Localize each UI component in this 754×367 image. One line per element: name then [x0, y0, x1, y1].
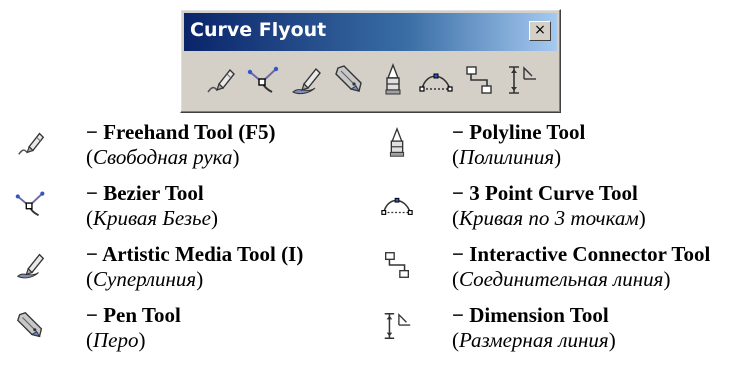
legend-item-polyline: − Polyline Tool (Полилиния) — [452, 120, 586, 169]
artistic-media-icon — [14, 248, 48, 282]
interactive-connector-icon — [380, 248, 414, 282]
legend-item-3-point-curve: − 3 Point Curve Tool (Кривая по 3 точкам… — [452, 181, 646, 230]
pen-icon — [14, 309, 48, 343]
polyline-tool-button[interactable] — [375, 62, 411, 98]
close-icon: × — [534, 22, 546, 38]
bezier-icon — [246, 62, 282, 98]
interactive-connector-icon — [461, 62, 497, 98]
freehand-icon — [203, 62, 239, 98]
dimension-icon — [380, 309, 414, 343]
freehand-tool-button[interactable] — [203, 62, 239, 98]
interactive-connector-tool-button[interactable] — [461, 62, 497, 98]
artistic-media-icon — [289, 62, 325, 98]
3-point-curve-tool-button[interactable] — [418, 62, 454, 98]
dimension-tool-button[interactable] — [504, 62, 540, 98]
legend-item-freehand: − Freehand Tool (F5) (Свободная рука) — [86, 120, 276, 169]
3-point-curve-icon — [380, 187, 414, 221]
polyline-icon — [380, 126, 414, 160]
legend-item-dimension: − Dimension Tool (Размерная линия) — [452, 303, 616, 352]
flyout-title-bar[interactable]: Curve Flyout × — [184, 13, 557, 51]
dimension-icon — [504, 62, 540, 98]
freehand-icon — [14, 126, 48, 160]
polyline-icon — [375, 62, 411, 98]
3-point-curve-icon — [418, 62, 454, 98]
legend-item-interactive-connector: − Interactive Connector Tool (Соединител… — [452, 242, 711, 291]
close-button[interactable]: × — [529, 21, 551, 41]
legend-item-artistic-media: − Artistic Media Tool (I) (Суперлиния) — [86, 242, 304, 291]
bezier-tool-button[interactable] — [246, 62, 282, 98]
legend-item-pen: − Pen Tool (Перо) — [86, 303, 181, 352]
legend-item-bezier: − Bezier Tool (Кривая Безье) — [86, 181, 218, 230]
artistic-media-tool-button[interactable] — [289, 62, 325, 98]
pen-tool-button[interactable] — [332, 62, 368, 98]
curve-flyout-window: Curve Flyout × — [180, 9, 561, 113]
flyout-title: Curve Flyout — [190, 19, 327, 41]
pen-icon — [332, 62, 368, 98]
bezier-icon — [14, 187, 48, 221]
